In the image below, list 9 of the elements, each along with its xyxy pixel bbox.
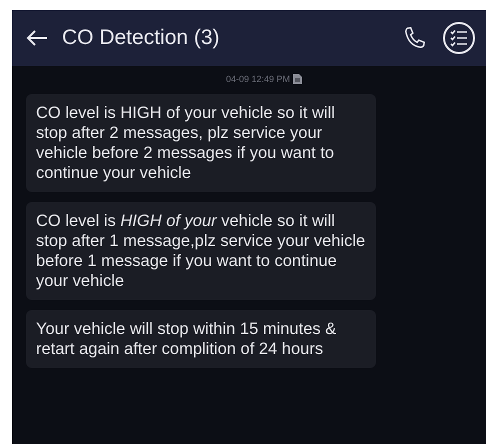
- message-timestamp: 04-09 12:49 PM: [226, 74, 290, 84]
- menu-icon[interactable]: [442, 21, 476, 55]
- message-bubble: CO level is HIGH of your vehicle so it will stop after 1 message,plz service your vehicle before 1 message if you want to continue your vehicle: [26, 202, 376, 300]
- back-icon[interactable]: [26, 29, 48, 47]
- phone-icon[interactable]: [402, 25, 428, 51]
- conversation-title: CO Detection (3): [62, 26, 221, 50]
- message-bubble: CO level is HIGH of your vehicle so it will stop after 2 messages, plz service your vehicle before 2 messages if you want to continue your vehicle: [26, 94, 376, 192]
- message-bubble: Your vehicle will stop within 15 minutes & retart again after complition of 24 hours: [26, 310, 376, 368]
- sim-icon: [293, 74, 302, 84]
